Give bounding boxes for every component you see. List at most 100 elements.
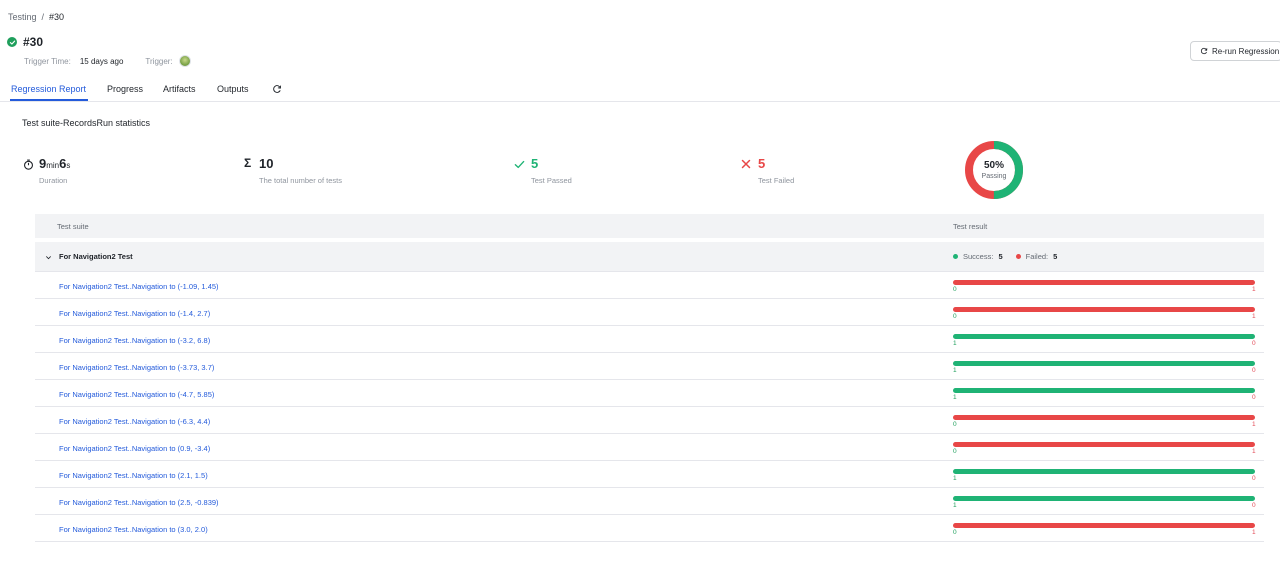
sigma-icon: Σ (244, 156, 252, 170)
failed-count: 0 (1252, 394, 1256, 401)
result-bar (953, 442, 1255, 447)
duration-min-unit: min (46, 161, 60, 170)
passed-count: 0 (953, 313, 957, 320)
passed-count: 1 (953, 367, 957, 374)
result-bar (953, 388, 1255, 393)
suite-group-row[interactable]: For Navigation2 Test Success: 5 Failed: … (35, 242, 1264, 272)
breadcrumb-testing-link[interactable]: Testing (8, 12, 37, 22)
success-dot (953, 254, 958, 259)
failed-count: 5 (1053, 252, 1058, 261)
failed-count: 0 (1252, 475, 1256, 482)
test-case-link[interactable]: For Navigation2 Test..Navigation to (-3.… (59, 363, 214, 372)
table-row: For Navigation2 Test..Navigation to (-3.… (35, 326, 1264, 353)
total-label: The total number of tests (259, 176, 342, 185)
success-label: Success: (963, 252, 994, 261)
passed-count: 0 (953, 286, 957, 293)
result-bar (953, 496, 1255, 501)
result-bar (953, 361, 1255, 366)
table-row: For Navigation2 Test..Navigation to (-6.… (35, 407, 1264, 434)
results-table: Test suite Test result For Navigation2 T… (35, 214, 1264, 542)
stat-failed: 5 Test Failed (741, 156, 794, 185)
passing-donut: 50% Passing (964, 140, 1024, 200)
table-row: For Navigation2 Test..Navigation to (-1.… (35, 272, 1264, 299)
column-test-result: Test result (953, 222, 988, 231)
tab-artifacts[interactable]: Artifacts (163, 84, 196, 94)
failed-count: 1 (1252, 286, 1256, 293)
cross-icon (741, 159, 751, 169)
duration-minutes: 9 (39, 156, 47, 171)
failed-count: 0 (1252, 502, 1256, 509)
table-row: For Navigation2 Test..Navigation to (-4.… (35, 380, 1264, 407)
passed-count: 1 (953, 475, 957, 482)
table-row: For Navigation2 Test..Navigation to (2.1… (35, 461, 1264, 488)
table-row: For Navigation2 Test..Navigation to (-1.… (35, 299, 1264, 326)
passed-count: 1 (953, 502, 957, 509)
passed-count: 5 (531, 156, 539, 171)
passed-count: 1 (953, 340, 957, 347)
passed-count: 0 (953, 529, 957, 536)
failed-dot (1015, 254, 1021, 259)
breadcrumb-current: #30 (49, 12, 65, 22)
tab-outputs[interactable]: Outputs (217, 84, 249, 94)
table-row: For Navigation2 Test..Navigation to (2.5… (35, 488, 1264, 515)
failed-label: Failed: (1025, 252, 1049, 261)
failed-count: 0 (1252, 340, 1256, 347)
test-case-link[interactable]: For Navigation2 Test..Navigation to (-4.… (59, 390, 214, 399)
section-title: Test suite-RecordsRun statistics (22, 118, 151, 128)
passing-percent: 50% (983, 160, 1004, 171)
passed-count: 0 (953, 421, 957, 428)
rerun-label: Re-run Regression (1212, 46, 1280, 56)
result-bar (953, 469, 1255, 474)
page-title: #30 (23, 35, 44, 49)
stat-total: Σ 10 The total number of tests (244, 156, 342, 185)
run-header: #30 (7, 35, 43, 49)
test-case-link[interactable]: For Navigation2 Test..Navigation to (-6.… (59, 417, 210, 426)
result-bar (953, 523, 1255, 528)
result-legend: Success: 5 Failed: 5 (953, 252, 1070, 261)
rerun-regression-button[interactable]: Re-run Regression (1190, 41, 1280, 61)
failed-count: 1 (1252, 448, 1256, 455)
stat-passed: 5 Test Passed (514, 156, 572, 185)
result-bar (953, 415, 1255, 420)
duration-seconds: 6 (59, 156, 67, 171)
test-case-link[interactable]: For Navigation2 Test..Navigation to (2.1… (59, 471, 208, 480)
test-case-link[interactable]: For Navigation2 Test..Navigation to (3.0… (59, 525, 208, 534)
avatar[interactable] (178, 55, 191, 67)
table-row: For Navigation2 Test..Navigation to (-3.… (35, 353, 1264, 380)
test-case-link[interactable]: For Navigation2 Test..Navigation to (2.5… (59, 498, 219, 507)
refresh-icon (1200, 47, 1208, 55)
check-icon (514, 160, 525, 169)
tab-regression-report[interactable]: Regression Report (11, 84, 86, 94)
chevron-down-icon[interactable] (45, 254, 52, 261)
trigger-label: Trigger: (145, 56, 173, 66)
tab-bar: Regression Report Progress Artifacts Out… (0, 80, 1280, 102)
failed-label: Test Failed (758, 176, 795, 185)
failed-count: 1 (1252, 529, 1256, 536)
total-count: 10 (259, 156, 274, 171)
passed-label: Test Passed (531, 176, 572, 185)
test-case-link[interactable]: For Navigation2 Test..Navigation to (-3.… (59, 336, 210, 345)
duration-sec-unit: s (66, 161, 71, 170)
success-count: 5 (998, 252, 1003, 261)
test-case-link[interactable]: For Navigation2 Test..Navigation to (0.9… (59, 444, 210, 453)
test-rows: For Navigation2 Test..Navigation to (-1.… (35, 272, 1264, 542)
result-bar (953, 334, 1255, 339)
passing-label: Passing (981, 173, 1007, 180)
passed-count: 0 (953, 448, 957, 455)
table-row: For Navigation2 Test..Navigation to (3.0… (35, 515, 1264, 542)
stat-duration: 9 min 6 s Duration (23, 156, 70, 185)
run-meta: Trigger Time: 15 days ago Trigger: (24, 55, 191, 67)
duration-label: Duration (39, 176, 68, 185)
trigger-time-value: 15 days ago (79, 56, 124, 66)
test-case-link[interactable]: For Navigation2 Test..Navigation to (-1.… (59, 282, 219, 291)
suite-name: For Navigation2 Test (59, 252, 133, 261)
tab-progress[interactable]: Progress (107, 84, 143, 94)
refresh-icon[interactable] (272, 84, 282, 94)
passed-count: 1 (953, 394, 957, 401)
test-case-link[interactable]: For Navigation2 Test..Navigation to (-1.… (59, 309, 210, 318)
failed-count: 1 (1252, 421, 1256, 428)
failed-count: 1 (1252, 313, 1256, 320)
stopwatch-icon (24, 159, 33, 170)
column-test-suite: Test suite (57, 222, 89, 231)
failed-count: 0 (1252, 367, 1256, 374)
